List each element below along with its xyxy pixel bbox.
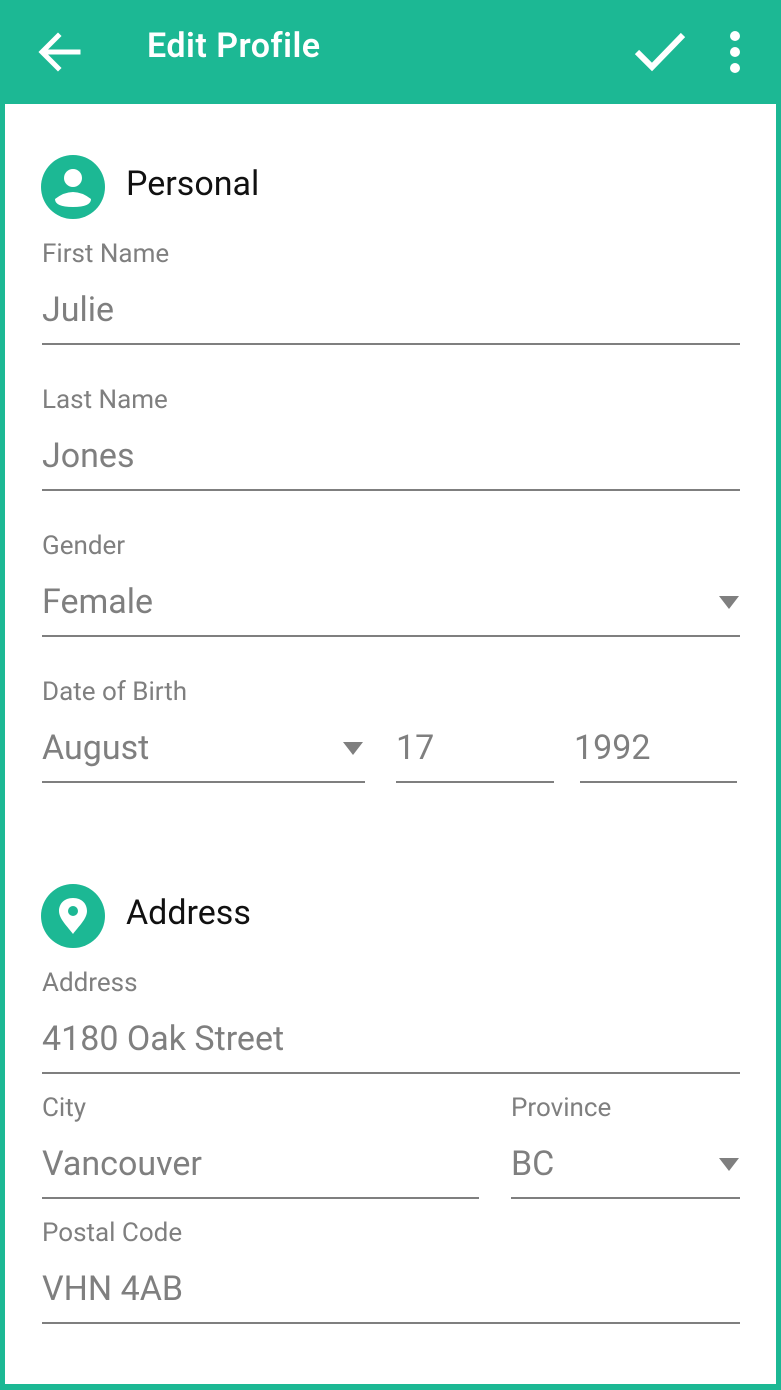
province-underline xyxy=(511,1197,740,1199)
checkmark-icon xyxy=(634,32,686,72)
dob-year-value: 1992 xyxy=(574,728,651,768)
section-title-address: Address xyxy=(126,893,251,933)
address-label: Address xyxy=(42,968,138,998)
first-name-field[interactable]: Julie xyxy=(42,280,740,346)
app-bar: Edit Profile xyxy=(0,0,781,104)
more-vertical-icon xyxy=(730,31,740,73)
last-name-underline xyxy=(42,489,740,491)
postal-code-label: Postal Code xyxy=(42,1218,183,1248)
last-name-label: Last Name xyxy=(42,385,168,415)
dob-year-underline xyxy=(580,781,737,783)
city-underline xyxy=(42,1197,479,1199)
dob-day-underline xyxy=(396,781,554,783)
gender-select[interactable]: Female xyxy=(42,572,740,638)
gender-value: Female xyxy=(42,582,154,622)
more-options-button[interactable] xyxy=(722,30,748,74)
province-value: BC xyxy=(511,1144,555,1184)
last-name-field[interactable]: Jones xyxy=(42,426,740,492)
city-value: Vancouver xyxy=(42,1144,202,1184)
postal-code-value: VHN 4AB xyxy=(42,1269,184,1309)
province-label: Province xyxy=(511,1093,612,1123)
address-field[interactable]: 4180 Oak Street xyxy=(42,1009,740,1075)
dropdown-arrow-icon xyxy=(343,742,363,755)
city-field[interactable]: Vancouver xyxy=(42,1134,479,1200)
section-title-personal: Personal xyxy=(126,164,260,204)
province-select[interactable]: BC xyxy=(511,1134,740,1200)
back-button[interactable] xyxy=(38,32,82,72)
first-name-label: First Name xyxy=(42,239,170,269)
dob-month-underline xyxy=(42,781,365,783)
location-pin-icon xyxy=(41,884,105,948)
postal-code-field[interactable]: VHN 4AB xyxy=(42,1259,740,1325)
dob-day-value: 17 xyxy=(396,728,435,768)
last-name-value: Jones xyxy=(42,436,135,476)
save-button[interactable] xyxy=(633,30,687,74)
dob-day-field[interactable]: 17 xyxy=(396,718,554,784)
dob-month-value: August xyxy=(42,728,150,768)
dropdown-arrow-icon xyxy=(719,1158,739,1171)
dob-year-field[interactable]: 1992 xyxy=(574,718,737,784)
dropdown-arrow-icon xyxy=(719,596,739,609)
gender-label: Gender xyxy=(42,531,126,561)
first-name-underline xyxy=(42,343,740,345)
address-value: 4180 Oak Street xyxy=(42,1019,285,1059)
dob-month-select[interactable]: August xyxy=(42,718,365,784)
arrow-back-icon xyxy=(38,32,81,72)
address-underline xyxy=(42,1072,740,1074)
gender-underline xyxy=(42,635,740,637)
first-name-value: Julie xyxy=(42,290,115,330)
postal-code-underline xyxy=(42,1322,740,1324)
city-label: City xyxy=(42,1093,87,1123)
page-title: Edit Profile xyxy=(147,26,321,66)
person-icon xyxy=(41,155,105,219)
dob-label: Date of Birth xyxy=(42,677,188,707)
